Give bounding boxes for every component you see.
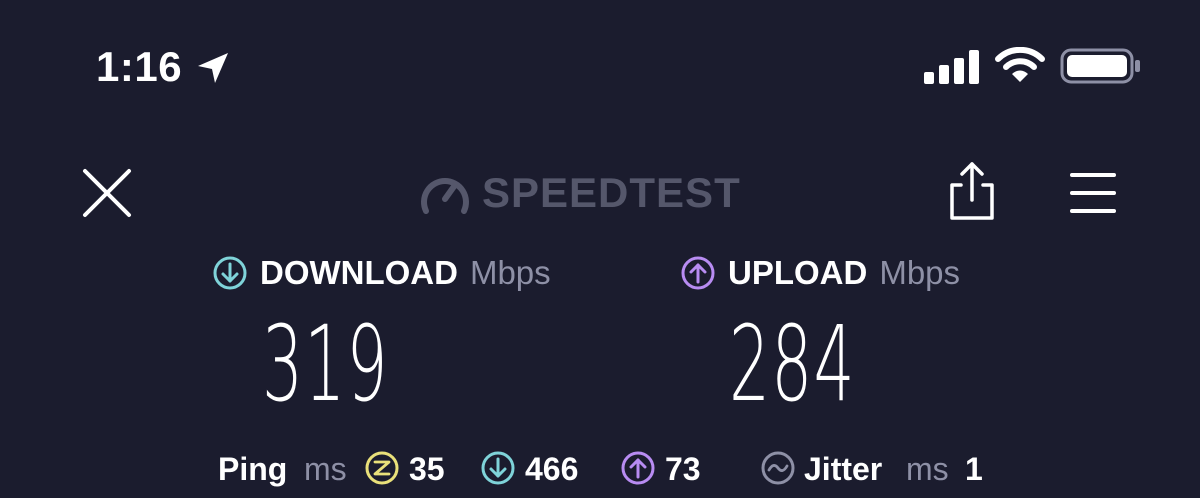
jitter-label: Jitter xyxy=(804,451,883,487)
close-button[interactable] xyxy=(80,166,134,220)
close-icon xyxy=(83,169,131,217)
jitter-value: 1 xyxy=(965,451,983,487)
location-arrow-icon xyxy=(198,53,228,83)
upload-latency-icon xyxy=(621,451,655,485)
share-icon xyxy=(950,162,994,220)
share-button[interactable] xyxy=(944,160,1000,222)
download-arrow-icon xyxy=(213,256,247,290)
menu-button[interactable] xyxy=(1068,170,1118,216)
ping-upload-value: 73 xyxy=(665,451,701,487)
battery-icon xyxy=(1060,48,1140,84)
speedtest-logo: SPEEDTEST xyxy=(420,168,741,218)
ping-unit: ms xyxy=(304,451,347,487)
jitter-icon xyxy=(761,451,795,485)
upload-unit: Mbps xyxy=(879,254,961,291)
download-speed-value: 319 xyxy=(262,303,389,425)
signal-bars-icon xyxy=(924,50,979,84)
menu-icon xyxy=(1070,173,1116,213)
upload-label: UPLOAD xyxy=(728,254,868,291)
status-time: 1:16 xyxy=(96,43,183,90)
ping-download-value: 466 xyxy=(525,451,579,487)
download-label: DOWNLOAD xyxy=(260,254,458,291)
brand-name: SPEEDTEST xyxy=(482,169,741,216)
upload-speed-value: 284 xyxy=(729,303,856,425)
download-latency-icon xyxy=(481,451,515,485)
download-header: DOWNLOAD Mbps xyxy=(212,251,551,295)
ping-idle-value: 35 xyxy=(409,451,445,487)
download-unit: Mbps xyxy=(469,254,551,291)
wifi-icon xyxy=(995,47,1045,82)
speedometer-icon xyxy=(421,178,469,214)
upload-arrow-icon xyxy=(681,256,715,290)
ping-label: Ping xyxy=(218,451,288,487)
upload-header: UPLOAD Mbps xyxy=(680,251,960,295)
idle-latency-icon xyxy=(365,451,399,485)
jitter-unit: ms xyxy=(906,451,949,487)
